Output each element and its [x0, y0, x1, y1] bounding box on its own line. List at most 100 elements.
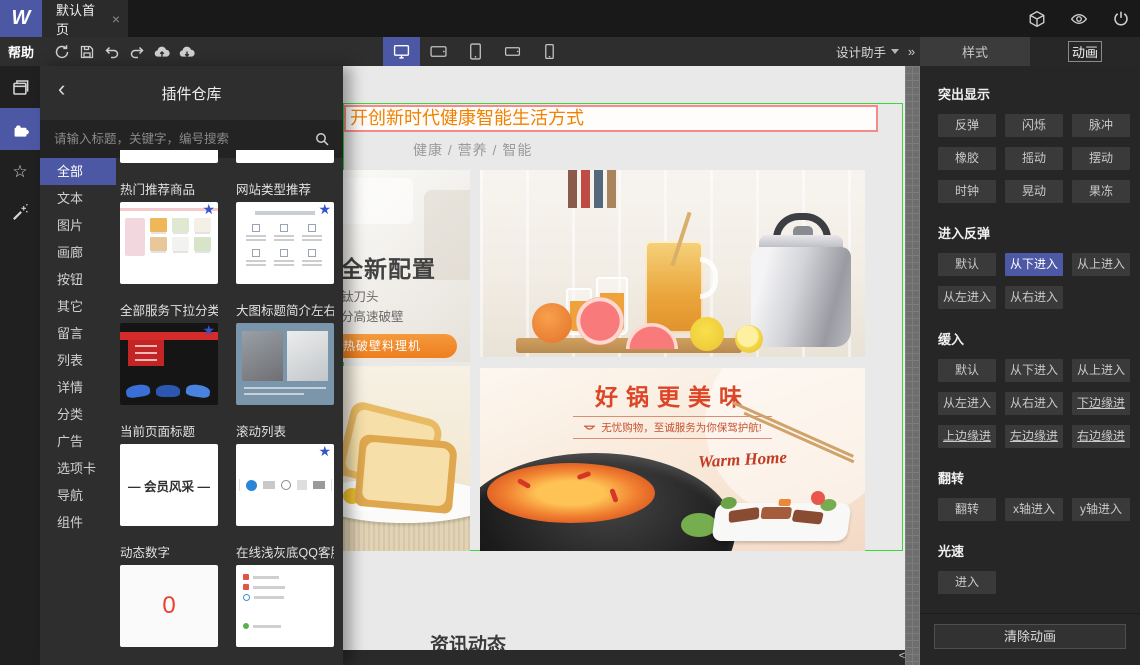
plugin-category[interactable]: 按钮: [40, 266, 116, 293]
plugin-card-dropdown-nav[interactable]: ★: [120, 323, 218, 405]
sidebar-item-pages[interactable]: [0, 66, 40, 108]
tablet-portrait-icon[interactable]: [457, 37, 494, 66]
animation-option-button[interactable]: 下边缘进: [1072, 392, 1130, 415]
animation-option-button[interactable]: 左边缘进: [1005, 425, 1063, 448]
hero-title-text: 开创新时代健康智能生活方式: [350, 108, 584, 128]
plugin-category[interactable]: 选项卡: [40, 455, 116, 482]
cloud-download-icon[interactable]: [179, 44, 195, 60]
desktop-icon[interactable]: [383, 37, 420, 66]
banner-cta-button[interactable]: 热破壁料理机: [343, 334, 457, 358]
plugin-category[interactable]: 广告: [40, 428, 116, 455]
sidebar-item-favorites[interactable]: ☆: [0, 150, 40, 192]
animation-option-button[interactable]: 从左进入: [938, 392, 996, 415]
plugin-card-dynamic-number[interactable]: 0: [120, 565, 218, 647]
redo-icon[interactable]: [129, 44, 145, 60]
animation-option-button[interactable]: 右边缘进: [1072, 425, 1130, 448]
plugin-card-title: 大图标题简介左右切...: [236, 304, 334, 318]
plugin-category[interactable]: 留言: [40, 320, 116, 347]
plugin-category[interactable]: 图片: [40, 212, 116, 239]
animation-option-button[interactable]: 时钟: [938, 180, 996, 203]
clear-animation-button[interactable]: 清除动画: [934, 624, 1126, 649]
animation-button-group: 反弹 闪烁 脉冲橡胶 摇动 摆动时钟 晃动 果冻: [938, 114, 1130, 203]
animation-option-button[interactable]: 摇动: [1005, 147, 1063, 170]
power-icon[interactable]: [1112, 10, 1130, 28]
animation-option-button[interactable]: 从上进入: [1072, 359, 1130, 382]
tab-style[interactable]: 样式: [920, 37, 1030, 66]
hero-subtitle[interactable]: 健康 / 营养 / 智能: [413, 140, 532, 160]
help-button[interactable]: 帮助: [0, 37, 42, 66]
plugin-category[interactable]: 分类: [40, 401, 116, 428]
plugin-card-scrolling-list[interactable]: ★: [236, 444, 334, 526]
animation-option-button[interactable]: 反弹: [938, 114, 996, 137]
star-badge-icon[interactable]: ★: [202, 202, 215, 218]
animation-option-button[interactable]: 默认: [938, 253, 996, 276]
plugin-repository-panel: ‹ 插件仓库 全部 文本 图片 画廊 按钮 其它 留言: [40, 66, 343, 665]
tablet-landscape-icon[interactable]: [420, 37, 457, 66]
refresh-icon[interactable]: [54, 44, 70, 60]
plugin-card-page-title[interactable]: — 会员风采 —: [120, 444, 218, 526]
search-icon[interactable]: [314, 131, 330, 147]
plugin-category[interactable]: 画廊: [40, 239, 116, 266]
plugin-card-site-types[interactable]: ★: [236, 202, 334, 284]
plugin-category[interactable]: 详情: [40, 374, 116, 401]
sidebar-item-plugins[interactable]: [0, 108, 40, 150]
animation-option-button[interactable]: 摆动: [1072, 147, 1130, 170]
plugin-category[interactable]: 列表: [40, 347, 116, 374]
plugin-category[interactable]: 文本: [40, 185, 116, 212]
toast-photo[interactable]: [343, 366, 470, 551]
plugin-category[interactable]: 其它: [40, 293, 116, 320]
plugin-category[interactable]: 组件: [40, 509, 116, 536]
animation-option-button[interactable]: y轴进入: [1072, 498, 1130, 521]
tab-animation[interactable]: 动画: [1030, 37, 1140, 66]
star-badge-icon[interactable]: ★: [318, 202, 331, 218]
plugin-card-title: 全部服务下拉分类带...: [120, 304, 218, 318]
wok-banner[interactable]: 好锅更美味 无忧购物，至诚服务为你保驾护航! Warm Home: [480, 368, 865, 551]
hero-title-selected[interactable]: 开创新时代健康智能生活方式: [344, 105, 878, 132]
plugin-category[interactable]: 全部: [40, 158, 116, 185]
animation-option-button[interactable]: 脉冲: [1072, 114, 1130, 137]
animation-option-button[interactable]: 从下进入: [1005, 253, 1063, 276]
save-icon[interactable]: [79, 44, 95, 60]
star-badge-icon[interactable]: ★: [202, 323, 215, 339]
canvas-scrollbar-track[interactable]: [905, 66, 920, 665]
phone-portrait-icon[interactable]: [531, 37, 568, 66]
app-logo[interactable]: W: [0, 0, 42, 37]
animation-option-button[interactable]: 从下进入: [1005, 359, 1063, 382]
kettle-photo[interactable]: [480, 170, 865, 357]
animation-option-button[interactable]: 从右进入: [1005, 286, 1063, 309]
animation-option-button[interactable]: 从上进入: [1072, 253, 1130, 276]
sidebar-item-wizard[interactable]: [0, 192, 40, 234]
wok-banner-title: 好锅更美味: [595, 384, 750, 410]
collapse-panel-button[interactable]: »: [903, 37, 920, 66]
design-assistant-dropdown[interactable]: 设计助手: [836, 37, 900, 66]
animation-option-button[interactable]: 上边缘进: [938, 425, 996, 448]
animation-option-button[interactable]: 从右进入: [1005, 392, 1063, 415]
animation-option-button[interactable]: 进入: [938, 571, 996, 594]
left-product-banner[interactable]: 全新配置 钛刀头 分高速破壁 热破壁料理机: [343, 170, 470, 362]
animation-option-button[interactable]: 晃动: [1005, 180, 1063, 203]
animation-option-button[interactable]: x轴进入: [1005, 498, 1063, 521]
undo-icon[interactable]: [104, 44, 120, 60]
animation-option-button[interactable]: 闪烁: [1005, 114, 1063, 137]
animation-option-button[interactable]: 默认: [938, 359, 996, 382]
cube-icon[interactable]: [1028, 10, 1046, 28]
animation-option-button[interactable]: 橡胶: [938, 147, 996, 170]
animation-option-button[interactable]: 翻转: [938, 498, 996, 521]
page-tab[interactable]: 默认首页 ×: [42, 0, 128, 37]
plugin-card-hot-products[interactable]: ★: [120, 202, 218, 284]
plugin-category[interactable]: 导航: [40, 482, 116, 509]
star-badge-icon[interactable]: ★: [318, 444, 331, 460]
back-chevron-icon[interactable]: ‹: [58, 78, 65, 100]
animation-option-button[interactable]: 果冻: [1072, 180, 1130, 203]
code-view-icon[interactable]: <>: [899, 650, 905, 665]
chevron-down-icon: [891, 49, 900, 54]
lemon-slice: [735, 325, 763, 353]
cloud-upload-icon[interactable]: [154, 44, 170, 60]
eye-icon[interactable]: [1070, 10, 1088, 28]
animation-option-button[interactable]: 从左进入: [938, 286, 996, 309]
plugin-card-qq-service[interactable]: [236, 565, 334, 647]
plugin-search-input[interactable]: [40, 132, 343, 146]
tab-close-icon[interactable]: ×: [112, 11, 120, 27]
phone-landscape-icon[interactable]: [494, 37, 531, 66]
plugin-card-image-slider[interactable]: [236, 323, 334, 405]
